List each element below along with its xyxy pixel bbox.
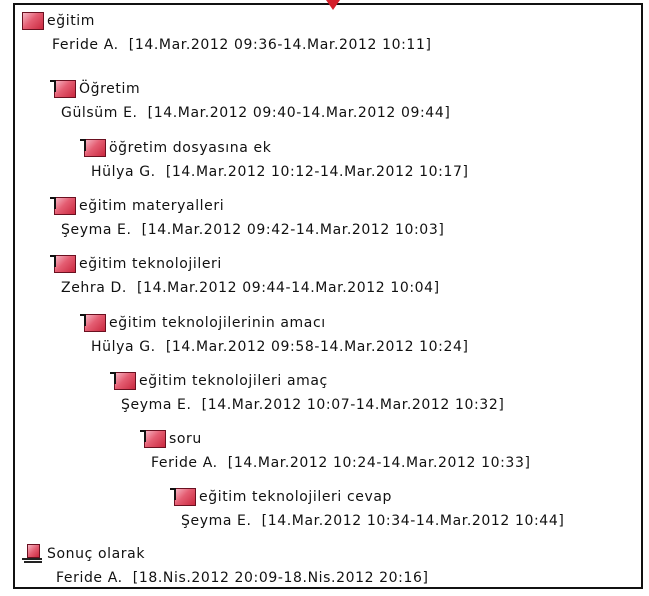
thread-post[interactable]: eğitim teknolojilerinin amacı Hülya G. […	[80, 310, 469, 358]
post-meta: Şeyma E. [14.Mar.2012 10:34-14.Mar.2012 …	[181, 510, 564, 532]
post-title[interactable]: eğitim teknolojileri	[79, 256, 222, 272]
thread-post[interactable]: öğretim dosyasına ek Hülya G. [14.Mar.20…	[80, 135, 469, 183]
thread-post[interactable]: eğitim teknolojileri cevap Şeyma E. [14.…	[170, 484, 564, 532]
post-meta: Gülsüm E. [14.Mar.2012 09:40-14.Mar.2012…	[61, 102, 450, 124]
post-timespan: [18.Nis.2012 20:09-18.Nis.2012 20:16]	[132, 570, 429, 586]
reply-message-icon	[80, 139, 106, 157]
post-timespan: [14.Mar.2012 09:40-14.Mar.2012 09:44]	[147, 105, 451, 121]
post-meta: Hülya G. [14.Mar.2012 09:58-14.Mar.2012 …	[91, 336, 469, 358]
post-author: Hülya G.	[91, 164, 156, 180]
post-title[interactable]: Öğretim	[79, 81, 140, 97]
post-timespan: [14.Mar.2012 10:34-14.Mar.2012 10:44]	[261, 513, 565, 529]
post-timespan: [14.Mar.2012 10:12-14.Mar.2012 10:17]	[165, 164, 469, 180]
post-meta: Feride A. [14.Mar.2012 10:24-14.Mar.2012…	[151, 452, 531, 474]
post-title[interactable]: Sonuç olarak	[47, 546, 145, 562]
post-timespan: [14.Mar.2012 09:42-14.Mar.2012 10:03]	[141, 222, 445, 238]
post-author: Feride A.	[52, 37, 119, 53]
thread-post[interactable]: eğitim teknolojileri Zehra D. [14.Mar.20…	[50, 251, 440, 299]
thread-summary-post[interactable]: Sonuç olarak Feride A. [18.Nis.2012 20:0…	[22, 541, 429, 589]
post-timespan: [14.Mar.2012 09:58-14.Mar.2012 10:24]	[165, 339, 469, 355]
post-meta: Feride A. [14.Mar.2012 09:36-14.Mar.2012…	[52, 34, 432, 56]
reply-message-icon	[50, 197, 76, 215]
post-author: Şeyma E.	[181, 513, 252, 529]
post-meta: Şeyma E. [14.Mar.2012 10:07-14.Mar.2012 …	[121, 394, 504, 416]
reply-message-icon	[80, 314, 106, 332]
reply-message-icon	[50, 255, 76, 273]
reply-message-icon	[110, 372, 136, 390]
post-title[interactable]: eğitim teknolojileri cevap	[199, 489, 392, 505]
post-meta: Şeyma E. [14.Mar.2012 09:42-14.Mar.2012 …	[61, 219, 444, 241]
thread-post[interactable]: soru Feride A. [14.Mar.2012 10:24-14.Mar…	[140, 426, 531, 474]
post-title[interactable]: eğitim materyalleri	[79, 198, 224, 214]
post-timespan: [14.Mar.2012 10:24-14.Mar.2012 10:33]	[227, 455, 531, 471]
post-author: Feride A.	[151, 455, 218, 471]
post-author: Hülya G.	[91, 339, 156, 355]
post-author: Zehra D.	[61, 280, 127, 296]
post-meta: Hülya G. [14.Mar.2012 10:12-14.Mar.2012 …	[91, 161, 469, 183]
thread-post[interactable]: Öğretim Gülsüm E. [14.Mar.2012 09:40-14.…	[50, 76, 450, 124]
post-timespan: [14.Mar.2012 09:36-14.Mar.2012 10:11]	[128, 37, 432, 53]
reply-message-icon	[140, 430, 166, 448]
post-author: Gülsüm E.	[61, 105, 138, 121]
reply-message-icon	[50, 80, 76, 98]
post-author: Şeyma E.	[61, 222, 132, 238]
message-icon	[22, 12, 44, 30]
post-title[interactable]: öğretim dosyasına ek	[109, 140, 271, 156]
post-author: Feride A.	[56, 570, 123, 586]
post-title[interactable]: eğitim teknolojileri amaç	[139, 373, 328, 389]
post-title[interactable]: soru	[169, 431, 202, 447]
thread-post[interactable]: eğitim Feride A. [14.Mar.2012 09:36-14.M…	[22, 8, 432, 56]
reply-message-icon	[170, 488, 196, 506]
thread-post[interactable]: eğitim materyalleri Şeyma E. [14.Mar.201…	[50, 193, 444, 241]
post-title[interactable]: eğitim	[47, 13, 95, 29]
post-timespan: [14.Mar.2012 10:07-14.Mar.2012 10:32]	[201, 397, 505, 413]
post-author: Şeyma E.	[121, 397, 192, 413]
post-title[interactable]: eğitim teknolojilerinin amacı	[109, 315, 326, 331]
post-meta: Zehra D. [14.Mar.2012 09:44-14.Mar.2012 …	[61, 277, 440, 299]
post-timespan: [14.Mar.2012 09:44-14.Mar.2012 10:04]	[137, 280, 440, 296]
post-meta: Feride A. [18.Nis.2012 20:09-18.Nis.2012…	[56, 567, 429, 589]
summary-note-icon	[22, 544, 44, 564]
thread-post[interactable]: eğitim teknolojileri amaç Şeyma E. [14.M…	[110, 368, 504, 416]
